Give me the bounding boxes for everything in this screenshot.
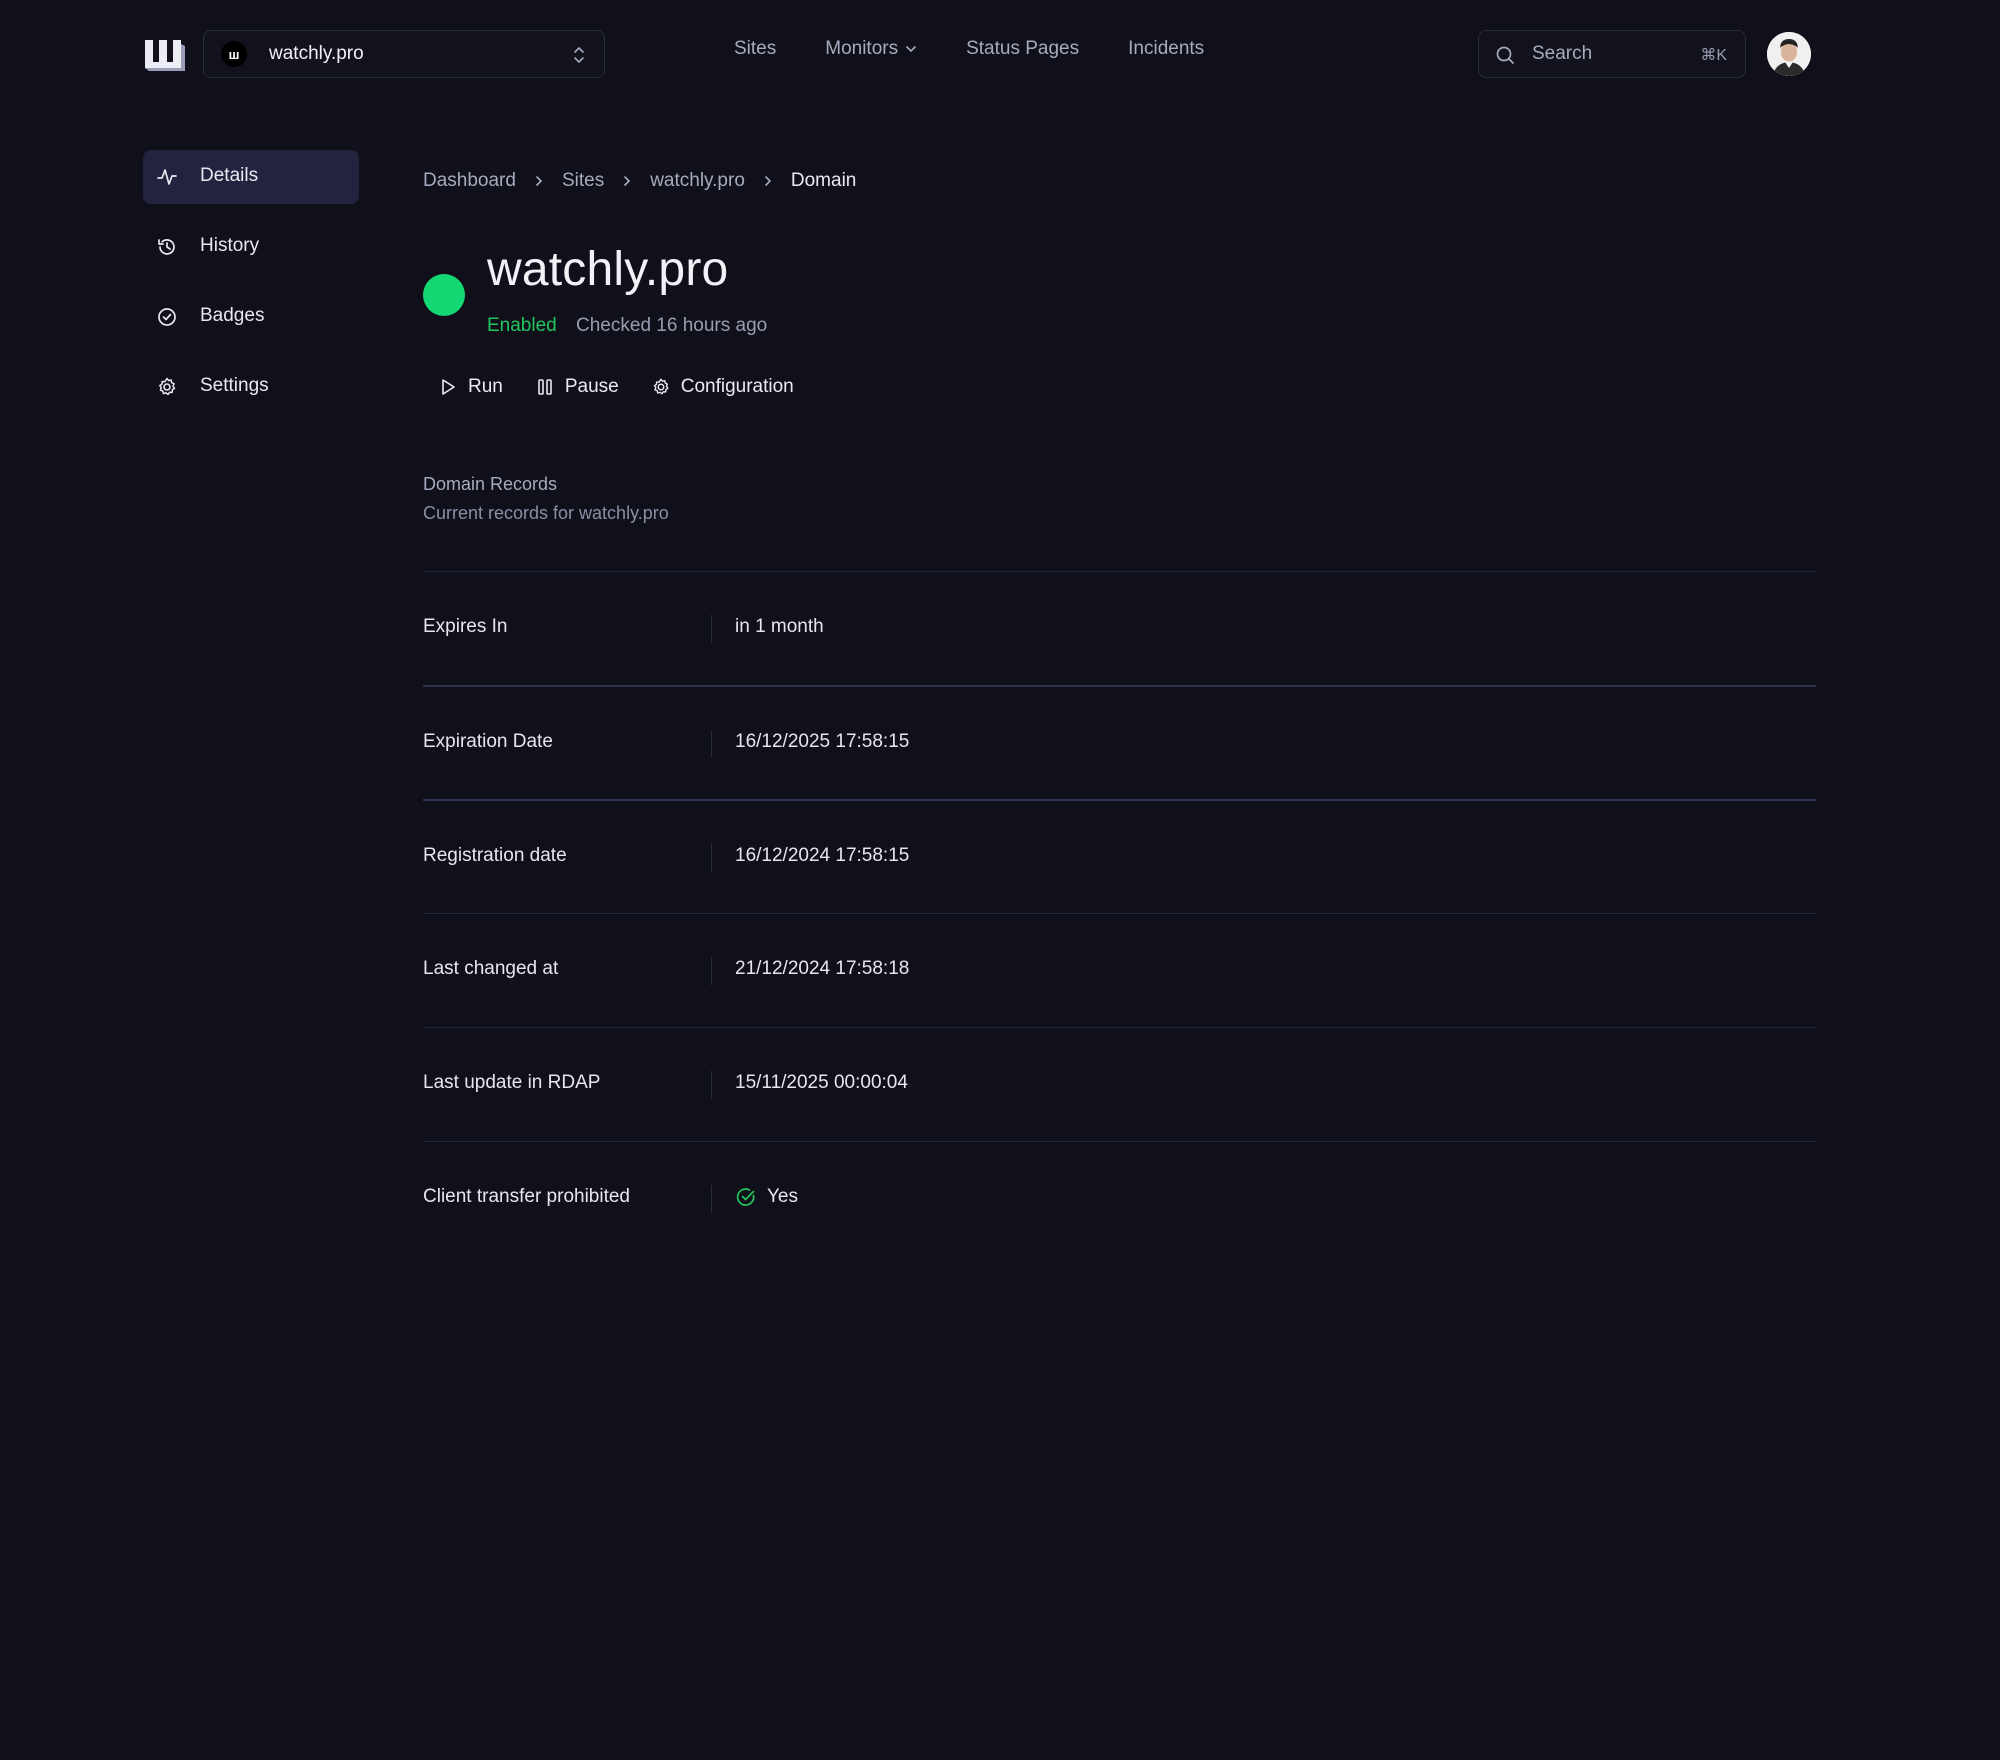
history-icon bbox=[158, 239, 175, 255]
record-row-expiration-date: Expiration Date 16/12/2025 17:58:15 bbox=[423, 685, 1816, 799]
record-value: 16/12/2024 17:58:15 bbox=[735, 845, 909, 867]
record-divider bbox=[711, 957, 712, 985]
record-row-expires-in: Expires In in 1 month bbox=[423, 571, 1816, 685]
record-row-last-changed: Last changed at 21/12/2024 17:58:18 bbox=[423, 913, 1816, 1027]
sidebar-item-settings[interactable]: Settings bbox=[143, 360, 359, 414]
breadcrumb-site[interactable]: watchly.pro bbox=[650, 170, 745, 192]
nav-sites[interactable]: Sites bbox=[734, 38, 776, 60]
record-divider bbox=[711, 615, 712, 643]
check-circle-icon bbox=[736, 1188, 755, 1206]
main-nav: Sites Monitors Status Pages Incidents bbox=[734, 38, 1253, 60]
avatar-image bbox=[1767, 32, 1811, 76]
user-avatar[interactable] bbox=[1767, 32, 1811, 76]
record-row-registration-date: Registration date 16/12/2024 17:58:15 bbox=[423, 799, 1816, 913]
record-divider bbox=[711, 1185, 712, 1213]
last-checked-text: Checked 16 hours ago bbox=[576, 315, 768, 336]
top-bar: ш watchly.pro Sites Monitors Status Page… bbox=[0, 0, 2000, 108]
section-header: Domain Records Current records for watch… bbox=[423, 474, 669, 524]
record-key: Last changed at bbox=[423, 958, 559, 979]
sidebar-item-badges[interactable]: Badges bbox=[143, 290, 359, 344]
search-button[interactable]: Search ⌘K bbox=[1478, 30, 1746, 78]
record-value: 15/11/2025 00:00:04 bbox=[735, 1072, 908, 1094]
configuration-button-label: Configuration bbox=[680, 376, 794, 397]
chevron-up-down-icon bbox=[574, 47, 584, 63]
record-divider bbox=[711, 1071, 712, 1099]
chevron-right-icon bbox=[765, 176, 772, 186]
breadcrumb-sites[interactable]: Sites bbox=[562, 170, 604, 192]
section-title: Domain Records bbox=[423, 474, 558, 494]
nav-status-pages-label: Status Pages bbox=[966, 38, 1080, 59]
site-switcher-label: watchly.pro bbox=[269, 43, 364, 64]
search-icon bbox=[1496, 46, 1514, 64]
chevron-down-icon bbox=[906, 46, 916, 53]
record-value-text: in 1 month bbox=[735, 616, 824, 637]
sidebar-item-label: Badges bbox=[200, 305, 265, 326]
breadcrumb: Dashboard Sites watchly.pro Domain bbox=[423, 170, 856, 192]
pause-button-label: Pause bbox=[564, 376, 619, 397]
search-shortcut: ⌘K bbox=[1700, 47, 1727, 64]
record-value: in 1 month bbox=[735, 616, 824, 638]
nav-monitors[interactable]: Monitors bbox=[825, 38, 917, 60]
chevron-right-icon bbox=[624, 176, 631, 186]
breadcrumb-dashboard[interactable]: Dashboard bbox=[423, 170, 516, 192]
record-value-text: Yes bbox=[767, 1186, 798, 1207]
watchly-logo[interactable] bbox=[143, 38, 187, 72]
pause-button[interactable]: Pause bbox=[535, 376, 619, 398]
sidebar-item-details[interactable]: Details bbox=[143, 150, 359, 204]
record-value-text: 16/12/2024 17:58:15 bbox=[735, 845, 910, 866]
record-value-text: 16/12/2025 17:58:15 bbox=[735, 731, 910, 752]
record-key: Registration date bbox=[423, 845, 567, 866]
record-key: Expires In bbox=[423, 616, 508, 637]
section-subtitle: Current records for watchly.pro bbox=[423, 503, 669, 523]
configuration-button[interactable]: Configuration bbox=[651, 376, 794, 398]
nav-sites-label: Sites bbox=[734, 38, 777, 59]
run-button[interactable]: Run bbox=[438, 376, 503, 398]
nav-incidents[interactable]: Incidents bbox=[1128, 38, 1204, 60]
page-title: watchly.pro bbox=[487, 243, 729, 296]
record-row-client-transfer-prohibited: Client transfer prohibited Yes bbox=[423, 1141, 1816, 1255]
site-favicon-icon: ш bbox=[221, 41, 247, 67]
pause-icon bbox=[538, 379, 552, 395]
record-value: 16/12/2025 17:58:15 bbox=[735, 731, 909, 753]
status-badge: Enabled bbox=[487, 315, 557, 336]
record-divider bbox=[711, 730, 712, 758]
record-value: 21/12/2024 17:58:18 bbox=[735, 958, 909, 980]
record-divider bbox=[711, 844, 712, 872]
record-key: Expiration Date bbox=[423, 731, 553, 752]
record-row-last-update-rdap: Last update in RDAP 15/11/2025 00:00:04 bbox=[423, 1027, 1816, 1141]
nav-status-pages[interactable]: Status Pages bbox=[966, 38, 1079, 60]
record-value-text: 15/11/2025 00:00:04 bbox=[735, 1072, 908, 1093]
record-value: Yes bbox=[735, 1186, 798, 1208]
action-bar: Run Pause Configuration bbox=[438, 376, 826, 398]
activity-icon bbox=[157, 169, 177, 185]
status-indicator bbox=[423, 274, 465, 316]
gear-icon bbox=[159, 377, 176, 396]
sidebar-item-label: Settings bbox=[200, 375, 269, 396]
sidebar-item-history[interactable]: History bbox=[143, 220, 359, 274]
play-icon bbox=[442, 379, 455, 395]
chevron-right-icon bbox=[536, 176, 543, 186]
record-key: Client transfer prohibited bbox=[423, 1186, 630, 1207]
breadcrumb-current: Domain bbox=[790, 170, 857, 191]
record-value-text: 21/12/2024 17:58:18 bbox=[735, 958, 910, 979]
nav-monitors-label: Monitors bbox=[825, 38, 899, 59]
sidebar-item-label: History bbox=[200, 235, 260, 256]
run-button-label: Run bbox=[468, 376, 503, 397]
search-label: Search bbox=[1532, 43, 1593, 64]
nav-incidents-label: Incidents bbox=[1128, 38, 1205, 59]
record-key: Last update in RDAP bbox=[423, 1072, 601, 1093]
status-line: Enabled Checked 16 hours ago bbox=[487, 315, 767, 337]
sidebar: Details History Badges Settings bbox=[143, 150, 359, 430]
sidebar-item-label: Details bbox=[200, 165, 259, 186]
site-switcher[interactable]: ш watchly.pro bbox=[203, 30, 605, 78]
badge-check-icon bbox=[158, 308, 176, 326]
domain-records-list: Expires In in 1 month Expiration Date 16… bbox=[423, 571, 1816, 1255]
gear-icon bbox=[653, 378, 669, 395]
